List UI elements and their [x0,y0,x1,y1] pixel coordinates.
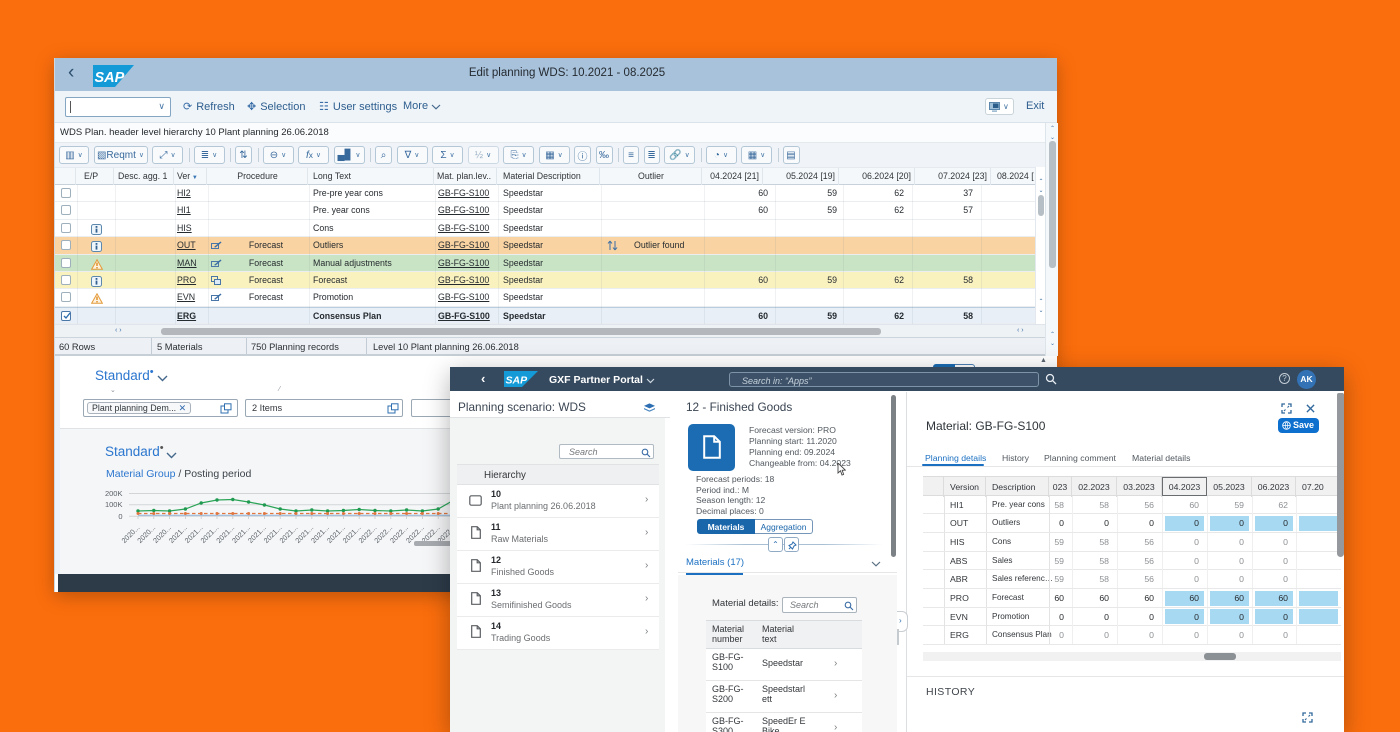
svg-text:0: 0 [118,512,122,521]
svg-text:100K: 100K [105,500,123,509]
svg-text:200K: 200K [105,489,123,498]
svg-text:SAP: SAP [506,375,529,387]
